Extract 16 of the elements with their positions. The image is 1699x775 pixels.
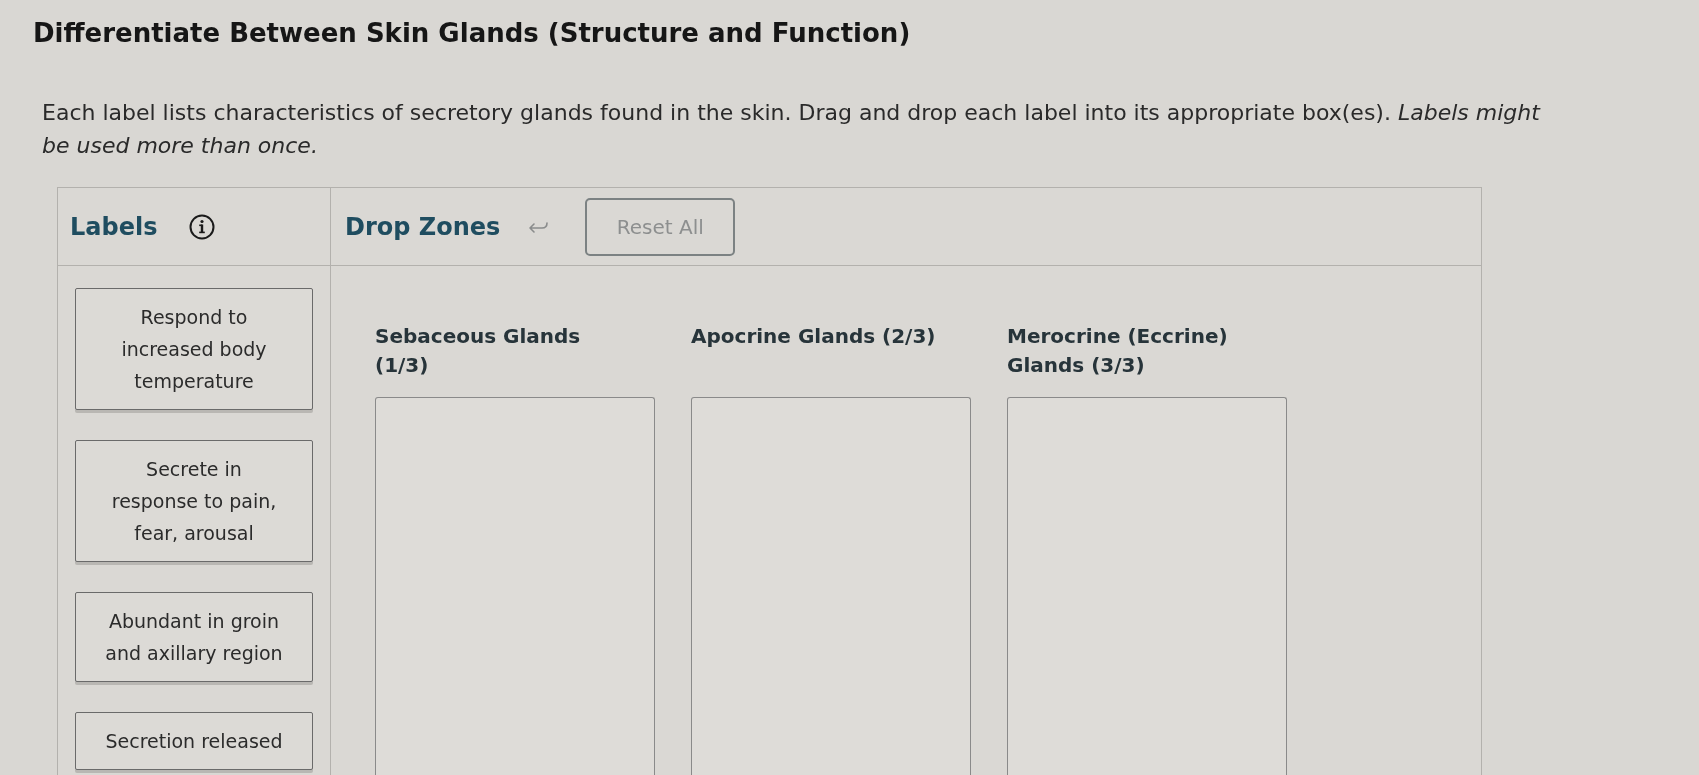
drop-zone-heading: Sebaceous Glands (1/3)	[375, 323, 581, 379]
page-title: Differentiate Between Skin Glands (Structure and Function)	[33, 17, 911, 50]
undo-arrow-icon[interactable]	[528, 219, 551, 234]
draggable-label[interactable]: Abundant in groin and axillary region	[75, 592, 313, 682]
draggable-label[interactable]: Secrete in response to pain, fear, arousal	[75, 440, 313, 562]
drop-zones-heading: Drop Zones	[345, 211, 501, 243]
drop-zone-box[interactable]	[691, 397, 971, 775]
drop-zone-heading: Merocrine (Eccrine) Glands (3/3)	[1007, 323, 1228, 379]
drop-zone-box[interactable]	[1007, 397, 1287, 775]
drop-zone-box[interactable]	[375, 397, 655, 775]
drop-zone-heading: Apocrine Glands (2/3)	[691, 323, 936, 350]
draggable-label[interactable]: Respond to increased body temperature	[75, 288, 313, 410]
instructions-text: Each label lists characteristics of secretory glands found in the skin. Drag and drop each label into its appropriate box(es). Labels might be used more than once.	[42, 99, 1542, 160]
draggable-label[interactable]: Secretion released	[75, 712, 313, 770]
labels-heading: Labels	[70, 211, 158, 243]
info-icon[interactable]	[189, 213, 216, 240]
